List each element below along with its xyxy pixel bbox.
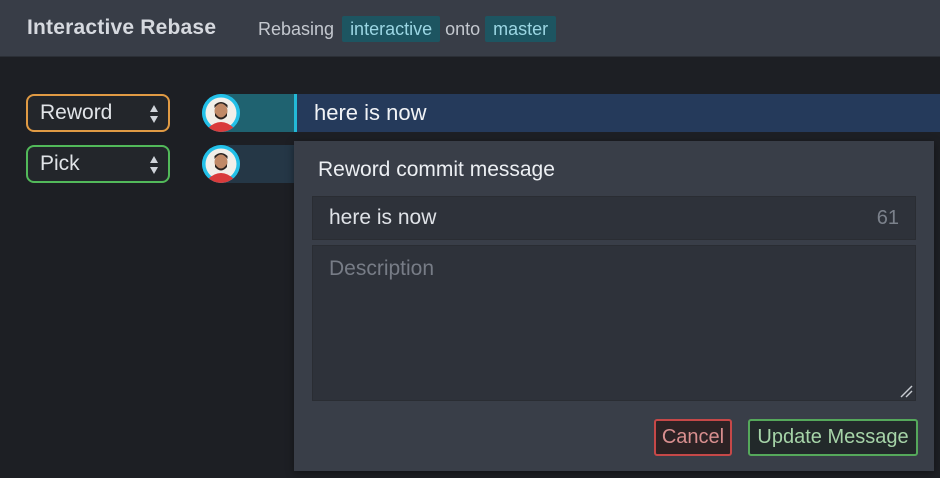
target-branch-tag: master	[485, 16, 557, 42]
commit-action-select-pick[interactable]: Pick	[26, 145, 170, 183]
source-branch-tag: interactive	[342, 16, 441, 42]
commit-message: here is now	[314, 100, 427, 125]
commit-author-2	[202, 145, 295, 183]
description-placeholder: Description	[329, 257, 435, 280]
commit-description-textarea[interactable]: Description	[312, 245, 916, 401]
rebasing-label: Rebasing	[258, 18, 335, 39]
commit-action-label: Pick	[40, 152, 80, 175]
commit-author-1	[202, 94, 295, 132]
header-bar: Interactive Rebase Rebasing interactive …	[0, 0, 940, 56]
rebase-info: Rebasing interactive onto master	[258, 16, 557, 42]
panel-title: Reword commit message	[318, 158, 555, 181]
update-message-button[interactable]: Update Message	[748, 419, 918, 456]
commit-summary-value: here is now	[329, 206, 437, 229]
commit-action-label: Reword	[40, 101, 113, 124]
commit-action-select-reword[interactable]: Reword	[26, 94, 170, 132]
cancel-button[interactable]: Cancel	[654, 419, 732, 456]
commit-row-selected[interactable]: here is now	[294, 94, 940, 132]
updown-arrows-icon	[150, 156, 158, 174]
page-title: Interactive Rebase	[27, 16, 217, 39]
commit-summary-input[interactable]: here is now 61	[312, 196, 916, 240]
user-avatar-icon	[202, 94, 240, 132]
user-avatar-icon	[202, 145, 240, 183]
char-count: 61	[876, 206, 899, 229]
onto-label: onto	[445, 18, 481, 39]
updown-arrows-icon	[150, 105, 158, 123]
resize-grip-icon[interactable]	[899, 384, 913, 398]
reword-commit-panel: Reword commit message here is now 61 Des…	[294, 141, 934, 471]
